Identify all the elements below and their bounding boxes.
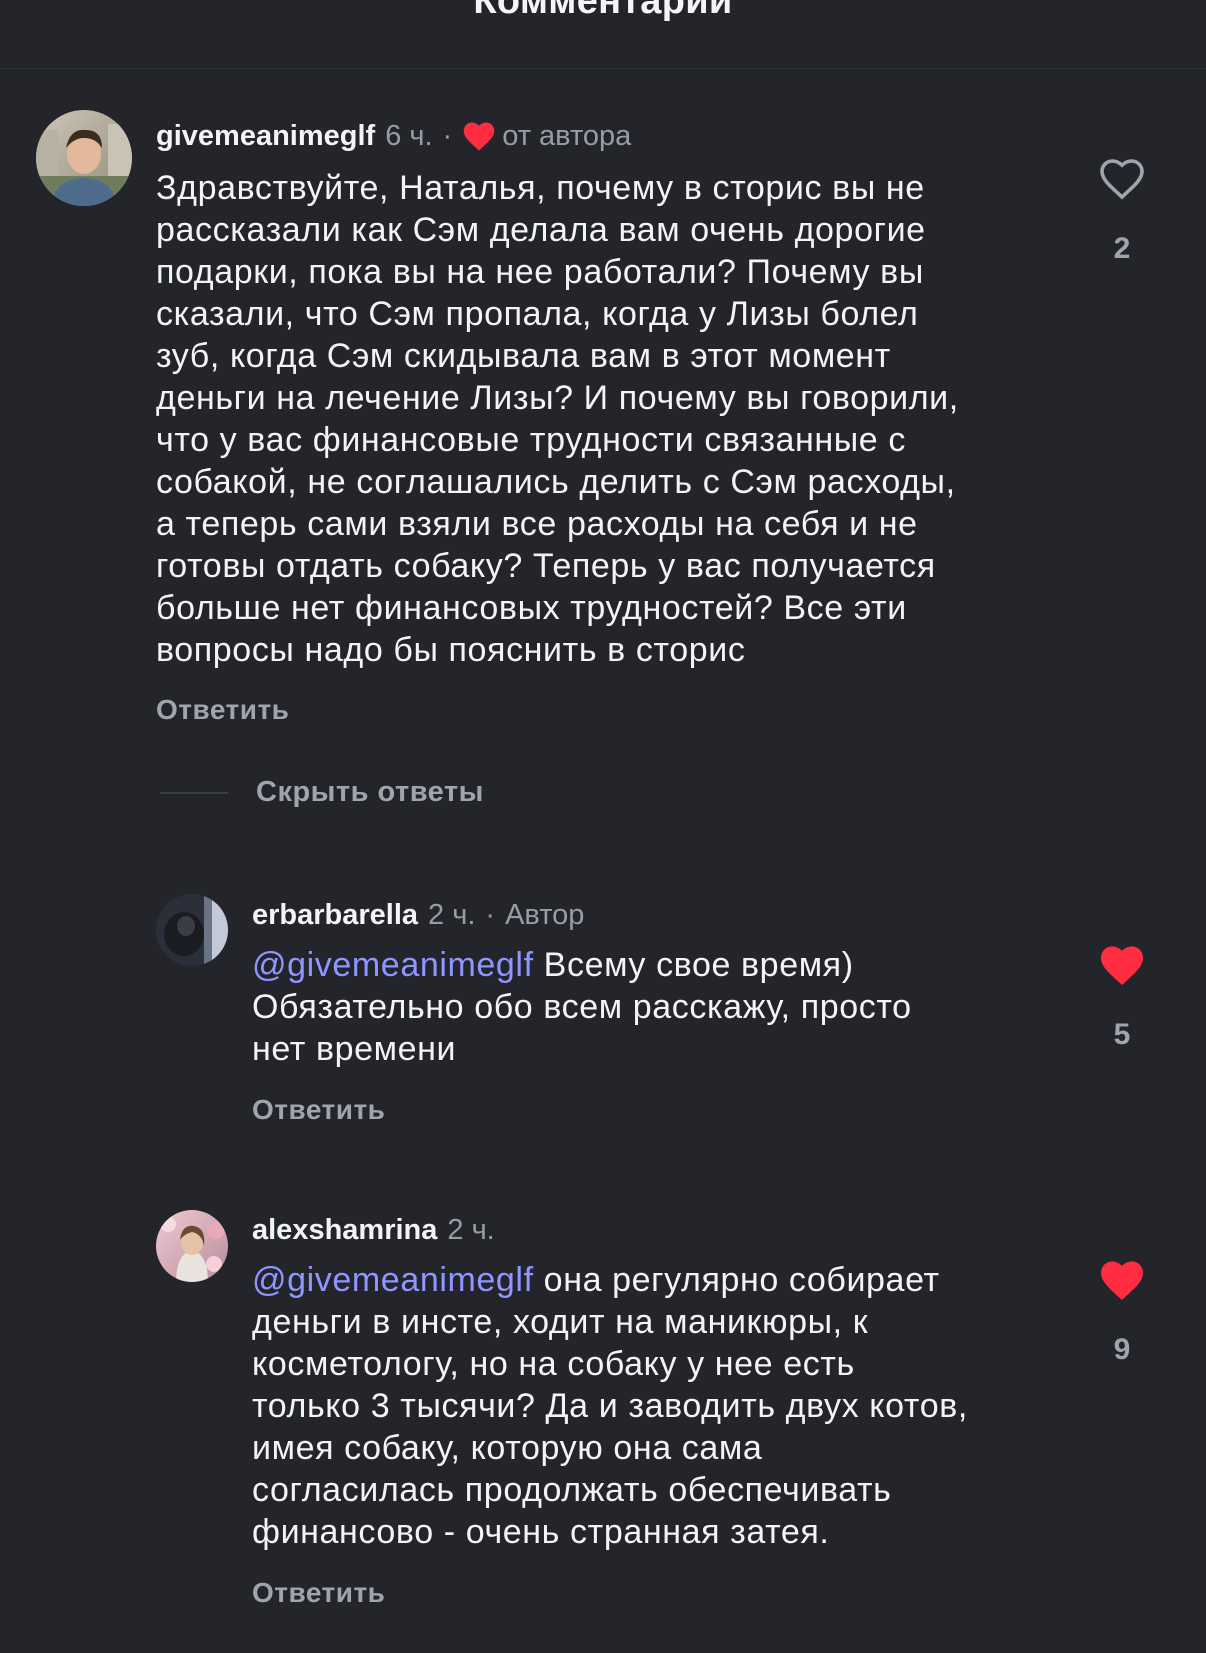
- heart-filled-icon[interactable]: [1097, 1258, 1147, 1302]
- mention-link[interactable]: @givemeanimeglf: [252, 946, 534, 984]
- divider: [160, 791, 228, 794]
- comment-text: Здравствуйте, Наталья, почему в сторис в…: [156, 169, 959, 669]
- comment-text: @givemeanimeglf она регулярно собирает д…: [252, 1259, 1042, 1553]
- avatar[interactable]: [156, 894, 228, 966]
- timestamp: 2 ч.: [428, 899, 476, 931]
- hide-replies-label[interactable]: Скрыть ответы: [256, 776, 484, 809]
- author-liked-badge: от автора: [502, 120, 632, 152]
- timestamp: 6 ч.: [385, 120, 433, 152]
- comment-meta: alexshamrina 2 ч.: [252, 1212, 495, 1248]
- comment-meta: erbarbarella 2 ч. · Автор: [252, 897, 584, 933]
- timestamp: 2 ч.: [447, 1214, 495, 1246]
- comments-header: Комментарии: [0, 0, 1206, 69]
- hide-replies-toggle[interactable]: Скрыть ответы: [160, 776, 484, 809]
- like-count: 2: [1113, 232, 1131, 265]
- mention-link[interactable]: @givemeanimeglf: [252, 1261, 534, 1299]
- page-title: Комментарии: [473, 0, 733, 22]
- avatar[interactable]: [156, 1210, 228, 1282]
- comment-text: @givemeanimeglf Всему свое время) Обязат…: [252, 944, 1042, 1070]
- username[interactable]: alexshamrina: [252, 1212, 437, 1248]
- separator: ·: [442, 120, 453, 152]
- username[interactable]: erbarbarella: [252, 897, 418, 933]
- reply-button[interactable]: Ответить: [156, 694, 289, 726]
- comment-body: она регулярно собирает деньги в инсте, х…: [252, 1261, 968, 1551]
- heart-filled-icon: [463, 122, 495, 151]
- author-badge: Автор: [505, 899, 585, 931]
- like-count: 9: [1113, 1333, 1131, 1366]
- separator: ·: [485, 899, 496, 931]
- reply-button[interactable]: Ответить: [252, 1094, 385, 1126]
- username[interactable]: givemeanimeglf: [156, 118, 375, 154]
- comment-meta: givemeanimeglf 6 ч. · от автора: [156, 118, 631, 154]
- heart-filled-icon[interactable]: [1097, 943, 1147, 987]
- like-count: 5: [1113, 1018, 1131, 1051]
- heart-outline-icon[interactable]: [1097, 157, 1147, 201]
- reply-button[interactable]: Ответить: [252, 1577, 385, 1609]
- avatar[interactable]: [36, 110, 132, 206]
